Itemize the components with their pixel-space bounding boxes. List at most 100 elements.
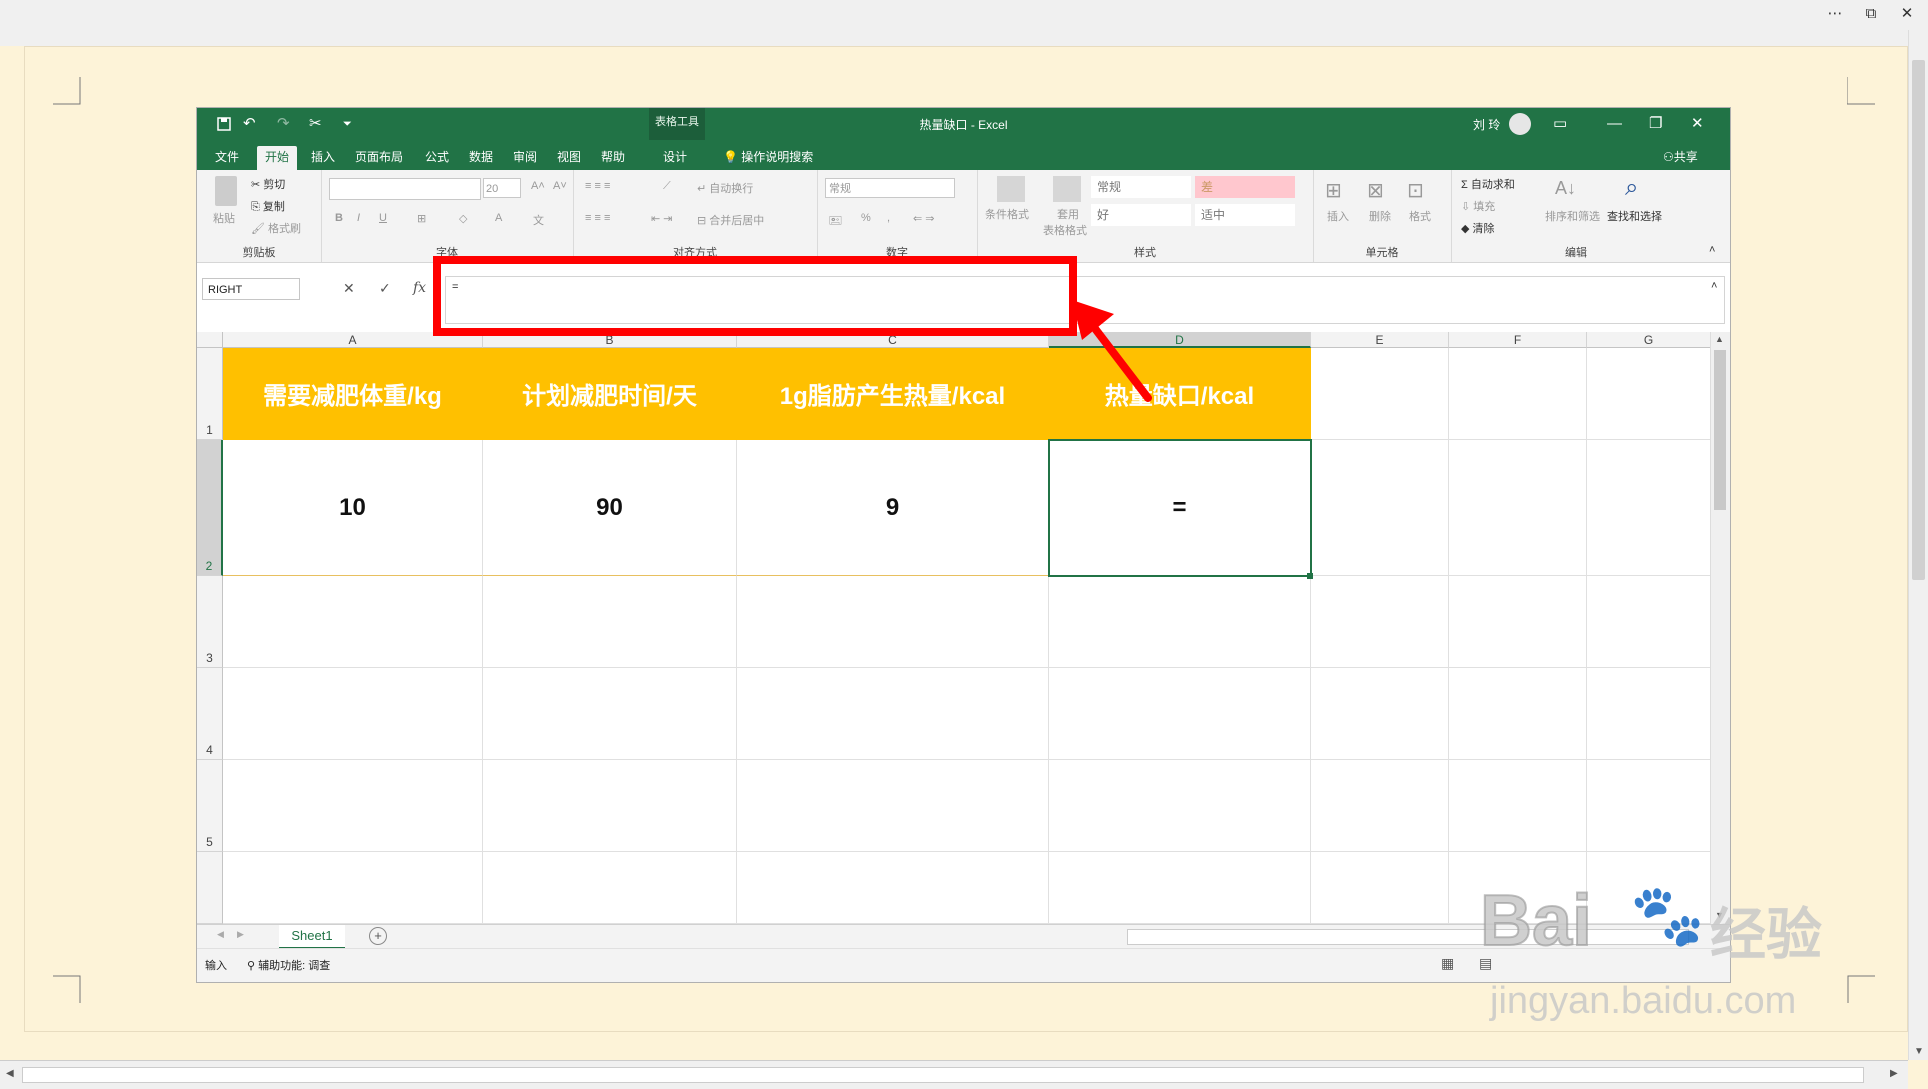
cell-d3[interactable] — [1049, 576, 1311, 668]
cell-b4[interactable] — [483, 668, 737, 760]
cell-b5[interactable] — [483, 760, 737, 852]
italic-button[interactable]: I — [357, 212, 360, 224]
scroll-down-icon[interactable]: ▼ — [1914, 1046, 1924, 1057]
cell-g2[interactable] — [1587, 440, 1711, 576]
align-center-icon[interactable]: ≡ ≡ ≡ — [585, 212, 610, 224]
indent-icon[interactable]: ⇤ ⇥ — [651, 212, 673, 225]
style-neutral[interactable]: 适中 — [1195, 204, 1295, 226]
cell-d4[interactable] — [1049, 668, 1311, 760]
sheet-tab-sheet1[interactable]: Sheet1 — [279, 925, 345, 950]
tab-formulas[interactable]: 公式 — [417, 146, 457, 170]
percent-button[interactable]: % — [861, 212, 871, 224]
font-size-box[interactable]: 20 — [483, 178, 521, 198]
decimal-icon[interactable]: ⇐ ⇒ — [913, 212, 935, 225]
cell-g4[interactable] — [1587, 668, 1711, 760]
table-format-button-line2[interactable]: 表格格式 — [1043, 222, 1087, 238]
cell-a1[interactable]: 需要减肥体重/kg — [223, 348, 483, 440]
cell-g5[interactable] — [1587, 760, 1711, 852]
collapse-ribbon-icon[interactable]: ˄ — [1709, 244, 1715, 256]
clear-button[interactable]: ◆ 清除 — [1461, 220, 1495, 236]
style-normal[interactable]: 常规 — [1091, 176, 1191, 198]
cell-d6[interactable] — [1049, 852, 1311, 924]
accessibility-status[interactable]: ⚲ 辅助功能: 调查 — [247, 957, 330, 973]
sort-filter-button[interactable]: 排序和筛选 — [1545, 208, 1600, 224]
bold-button[interactable]: B — [335, 212, 343, 224]
underline-button[interactable]: U — [379, 212, 387, 224]
tab-page-layout[interactable]: 页面布局 — [347, 146, 411, 170]
format-cells-button[interactable]: 格式 — [1409, 208, 1431, 224]
viewer-vertical-scrollbar[interactable]: ▼ — [1908, 30, 1928, 1060]
cell-a2[interactable]: 10 — [223, 440, 483, 576]
viewer-hscroll-thumb[interactable] — [22, 1067, 1864, 1083]
cell-c6[interactable] — [737, 852, 1049, 924]
cell-g3[interactable] — [1587, 576, 1711, 668]
tab-view[interactable]: 视图 — [549, 146, 589, 170]
normal-view-icon[interactable]: ▦ — [1441, 955, 1454, 972]
viewer-horizontal-scrollbar[interactable]: ◀ ▶ — [0, 1060, 1908, 1089]
cell-a3[interactable] — [223, 576, 483, 668]
format-cells-icon[interactable]: ⊡ — [1407, 178, 1424, 203]
phonetic-icon[interactable]: 文 — [533, 212, 544, 228]
shrink-font-icon[interactable]: A˅ — [553, 180, 567, 192]
more-options-icon[interactable]: ⋯ — [1820, 4, 1850, 24]
find-select-icon[interactable]: ⌕ — [1625, 174, 1638, 202]
cell-e2[interactable] — [1311, 440, 1449, 576]
cell-e1[interactable] — [1311, 348, 1449, 440]
cell-b1[interactable]: 计划减肥时间/天 — [483, 348, 737, 440]
cell-f3[interactable] — [1449, 576, 1587, 668]
tab-help[interactable]: 帮助 — [593, 146, 633, 170]
name-box[interactable]: RIGHT — [202, 278, 300, 300]
tab-data[interactable]: 数据 — [461, 146, 501, 170]
font-name-box[interactable] — [329, 178, 481, 200]
cell-g1[interactable] — [1587, 348, 1711, 440]
grid-scroll-up-icon[interactable]: ▲ — [1715, 334, 1724, 344]
column-header-g[interactable]: G — [1587, 332, 1711, 348]
copy-button[interactable]: ⎘ 复制 — [251, 198, 285, 214]
row-header-3[interactable]: 3 — [197, 576, 223, 668]
insert-function-icon[interactable]: fx — [413, 280, 426, 296]
paste-icon[interactable] — [215, 176, 237, 206]
autosum-button[interactable]: Σ 自动求和 — [1461, 176, 1515, 192]
cut-button[interactable]: ✂ 剪切 — [251, 176, 285, 192]
font-color-icon[interactable]: A — [495, 212, 502, 224]
restore-icon[interactable]: ❐ — [1649, 114, 1662, 134]
wrap-text-button[interactable]: ↵ 自动换行 — [697, 180, 753, 196]
grid-vertical-scrollbar[interactable]: ▲ ▼ — [1710, 332, 1730, 924]
align-top-icon[interactable]: ≡ ≡ ≡ — [585, 180, 610, 192]
add-sheet-button[interactable]: + — [369, 927, 387, 945]
close-icon[interactable]: ✕ — [1691, 114, 1704, 134]
restore-window-icon[interactable]: ⧉ — [1856, 4, 1886, 24]
cell-c1[interactable]: 1g脂肪产生热量/kcal — [737, 348, 1049, 440]
tab-home[interactable]: 开始 — [257, 146, 298, 170]
delete-cells-icon[interactable]: ⊠ — [1367, 178, 1384, 203]
style-good[interactable]: 好 — [1091, 204, 1191, 226]
comma-icon[interactable]: , — [887, 212, 890, 224]
cell-d2[interactable]: = — [1049, 440, 1311, 576]
insert-cells-button[interactable]: 插入 — [1327, 208, 1349, 224]
cell-c5[interactable] — [737, 760, 1049, 852]
tab-file[interactable]: 文件 — [207, 146, 247, 170]
viewer-scroll-thumb[interactable] — [1912, 60, 1925, 580]
table-format-button[interactable]: 套用 — [1057, 206, 1079, 222]
cell-c4[interactable] — [737, 668, 1049, 760]
tab-insert[interactable]: 插入 — [303, 146, 343, 170]
tell-me-search[interactable]: 💡 操作说明搜索 — [715, 146, 821, 170]
minimize-icon[interactable]: — — [1607, 114, 1622, 134]
accounting-format-icon[interactable]: 🖭 — [829, 212, 842, 231]
conditional-format-button[interactable]: 条件格式 — [985, 206, 1029, 222]
merge-center-button[interactable]: ⊟ 合并后居中 — [697, 212, 764, 228]
grow-font-icon[interactable]: A˄ — [531, 180, 545, 192]
cell-f5[interactable] — [1449, 760, 1587, 852]
row-header-6[interactable] — [197, 852, 223, 924]
format-painter-button[interactable]: 🖌 格式刷 — [251, 220, 301, 236]
border-icon[interactable]: ⊞ — [417, 212, 426, 225]
cell-b3[interactable] — [483, 576, 737, 668]
column-header-e[interactable]: E — [1311, 332, 1449, 348]
cell-e4[interactable] — [1311, 668, 1449, 760]
tab-design[interactable]: 设计 — [655, 146, 695, 170]
cell-a4[interactable] — [223, 668, 483, 760]
sheet-nav-prev-icon[interactable]: ◀ — [217, 929, 224, 940]
fill-button[interactable]: ⇩ 填充 — [1461, 198, 1495, 214]
cell-e5[interactable] — [1311, 760, 1449, 852]
column-header-f[interactable]: F — [1449, 332, 1587, 348]
